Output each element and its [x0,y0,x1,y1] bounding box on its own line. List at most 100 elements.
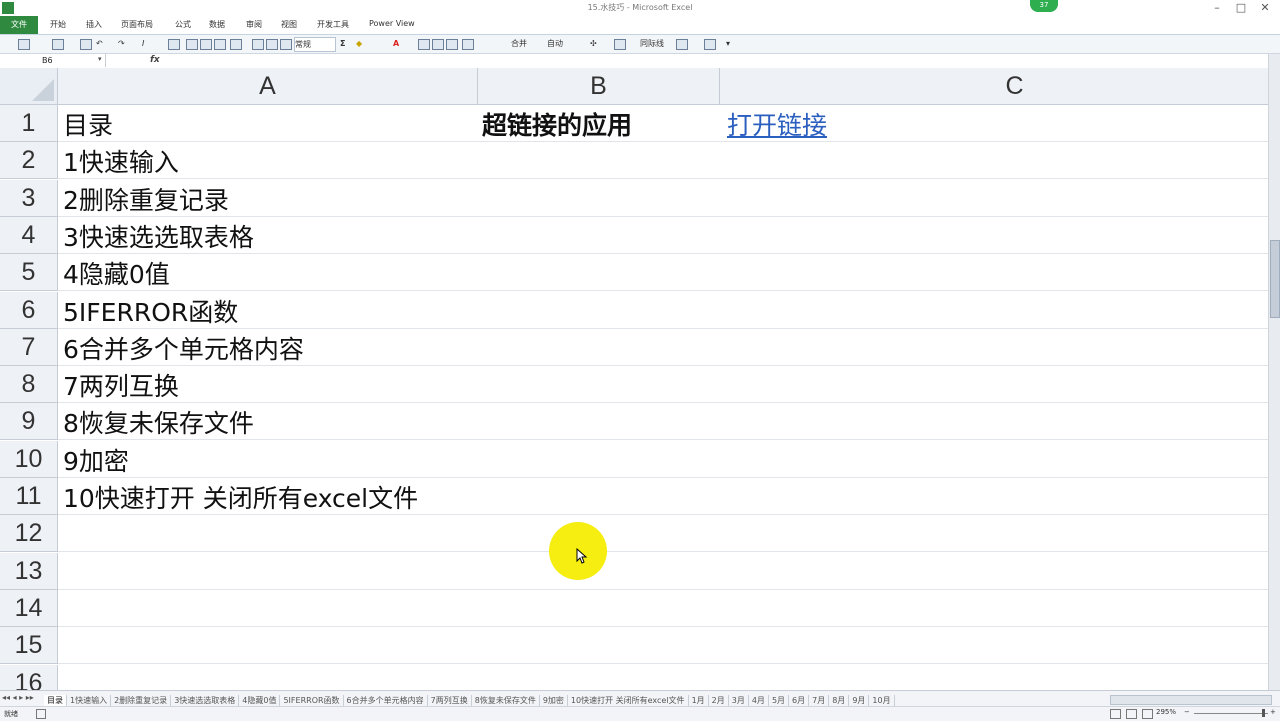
tab-file[interactable]: 文件 [0,16,38,34]
format-painter-icon[interactable] [214,39,226,50]
tab-view[interactable]: 视图 [281,19,297,30]
horizontal-scrollbar[interactable] [1110,695,1272,705]
row-gridline [58,216,1268,217]
style-icon[interactable] [704,39,716,50]
merge-icon[interactable] [168,39,180,50]
cell-a10[interactable]: 9加密 [63,443,129,480]
move-label[interactable]: 合并 [511,37,527,50]
tab-power-view[interactable]: Power View [369,19,415,28]
table-icon[interactable] [462,39,474,50]
column-header-b[interactable]: B [478,68,720,105]
tab-home[interactable]: 开始 [50,19,66,30]
row-header-6[interactable]: 6 [0,292,58,329]
row-header-14[interactable]: 14 [0,590,58,627]
tab-review[interactable]: 审阅 [246,19,262,30]
column-header-c[interactable]: C [720,68,1268,105]
maximize-icon[interactable]: □ [1230,0,1252,16]
row-header-2[interactable]: 2 [0,142,58,179]
align-icon[interactable] [230,39,242,50]
tab-developer[interactable]: 开发工具 [317,19,349,30]
page-layout-view-icon[interactable] [1126,709,1137,719]
row-header-7[interactable]: 7 [0,329,58,366]
ribbon-tabs: 文件 开始 插入 页面布局 公式 数据 审阅 视图 开发工具 Power Vie… [0,16,1280,47]
cell-b1[interactable]: 超链接的应用 [482,107,632,144]
tab-formulas[interactable]: 公式 [175,19,191,30]
autosum-icon[interactable]: Σ [340,37,345,50]
zoom-slider[interactable] [1194,713,1268,714]
cell-a1[interactable]: 目录 [63,107,113,144]
tab-page-layout[interactable]: 页面布局 [121,19,153,30]
wrap-label[interactable]: 自动 [547,37,563,50]
edit-icon[interactable] [676,39,688,50]
arrow-icon[interactable]: ✣ [590,37,597,50]
align-right-icon[interactable] [446,39,458,50]
zoom-slider-thumb[interactable] [1262,709,1265,717]
close-icon[interactable]: ✕ [1254,0,1276,16]
cell-a5[interactable]: 4隐藏0值 [63,256,170,293]
gridline-label[interactable]: 同际线 [640,37,664,50]
paste-icon[interactable] [266,39,278,50]
select-all-corner[interactable] [0,68,58,105]
tab-data[interactable]: 数据 [209,19,225,30]
row-header-3[interactable]: 3 [0,180,58,217]
row-header-4[interactable]: 4 [0,217,58,254]
page-break-view-icon[interactable] [1142,709,1153,719]
row-header-8[interactable]: 8 [0,366,58,403]
customize-toolbar-icon[interactable]: ▾ [726,37,730,50]
cell-a2[interactable]: 1快速输入 [63,144,179,181]
redo-icon[interactable]: ↷ [118,37,125,50]
chevron-down-icon[interactable]: ▾ [98,55,102,63]
save-icon[interactable] [80,39,92,50]
cut-icon[interactable] [52,39,64,50]
undo-icon[interactable]: ↶ [96,37,103,50]
indent-icon[interactable] [252,39,264,50]
row-header-15[interactable]: 15 [0,627,58,664]
italic-icon[interactable]: I [142,37,144,50]
vertical-scroll-thumb[interactable] [1270,240,1280,318]
minimize-icon[interactable]: – [1206,0,1228,16]
borders-icon[interactable] [186,39,198,50]
cell-a4[interactable]: 3快速选选取表格 [63,219,254,256]
border-box-icon[interactable] [200,39,212,50]
freeze-icon[interactable] [614,39,626,50]
zoom-level[interactable]: 295% [1156,708,1176,716]
cell-a6[interactable]: 5IFERROR函数 [63,294,238,331]
macro-record-icon[interactable] [36,709,46,719]
recording-badge: 37 [1030,0,1058,12]
column-header-a[interactable]: A [58,68,478,105]
row-header-5[interactable]: 5 [0,254,58,291]
row-gridline [58,178,1268,179]
cell-a8[interactable]: 7两列互换 [63,368,179,405]
row-header-11[interactable]: 11 [0,478,58,515]
cell-a3[interactable]: 2删除重复记录 [63,182,229,219]
row-gridline [58,589,1268,590]
zoom-out-icon[interactable]: − [1184,708,1190,716]
tab-insert[interactable]: 插入 [86,19,102,30]
normal-view-icon[interactable] [1110,709,1121,719]
fx-icon[interactable]: fx [150,54,160,67]
fill-color-icon[interactable]: ◆ [356,37,362,50]
cell-a11[interactable]: 10快速打开 关闭所有excel文件 [63,480,418,517]
align-left-icon[interactable] [418,39,430,50]
formula-input[interactable] [162,54,1262,67]
name-box[interactable]: B6 [2,54,106,67]
zoom-in-icon[interactable]: + [1270,708,1276,716]
row-header-9[interactable]: 9 [0,403,58,440]
number-format-select[interactable]: 常规 [294,37,336,52]
row-header-13[interactable]: 13 [0,553,58,590]
status-bar: 就绪 295% − + [0,706,1280,721]
sheet-tabs: 目录 1快速输入 2删除重复记录 3快速选选取表格 4隐藏0值 5IFERROR函数 6合并… [44,691,1108,707]
row-header-16[interactable]: 16 [0,665,58,690]
hyperlink-cell-c1[interactable]: 打开链接 [727,107,827,144]
sheet-nav-arrows-icon[interactable]: ◂◂ ◂ ▸ ▸▸ [2,693,34,702]
clipboard-icon[interactable] [280,39,292,50]
row-header-1[interactable]: 1 [0,105,58,142]
vertical-scrollbar[interactable] [1268,54,1280,690]
cell-a7[interactable]: 6合并多个单元格内容 [63,331,304,368]
grid-view-icon[interactable] [18,39,30,50]
align-center-icon[interactable] [432,39,444,50]
font-color-icon[interactable]: A [393,37,399,50]
row-header-10[interactable]: 10 [0,441,58,478]
cell-a9[interactable]: 8恢复未保存文件 [63,405,254,442]
row-header-12[interactable]: 12 [0,515,58,552]
